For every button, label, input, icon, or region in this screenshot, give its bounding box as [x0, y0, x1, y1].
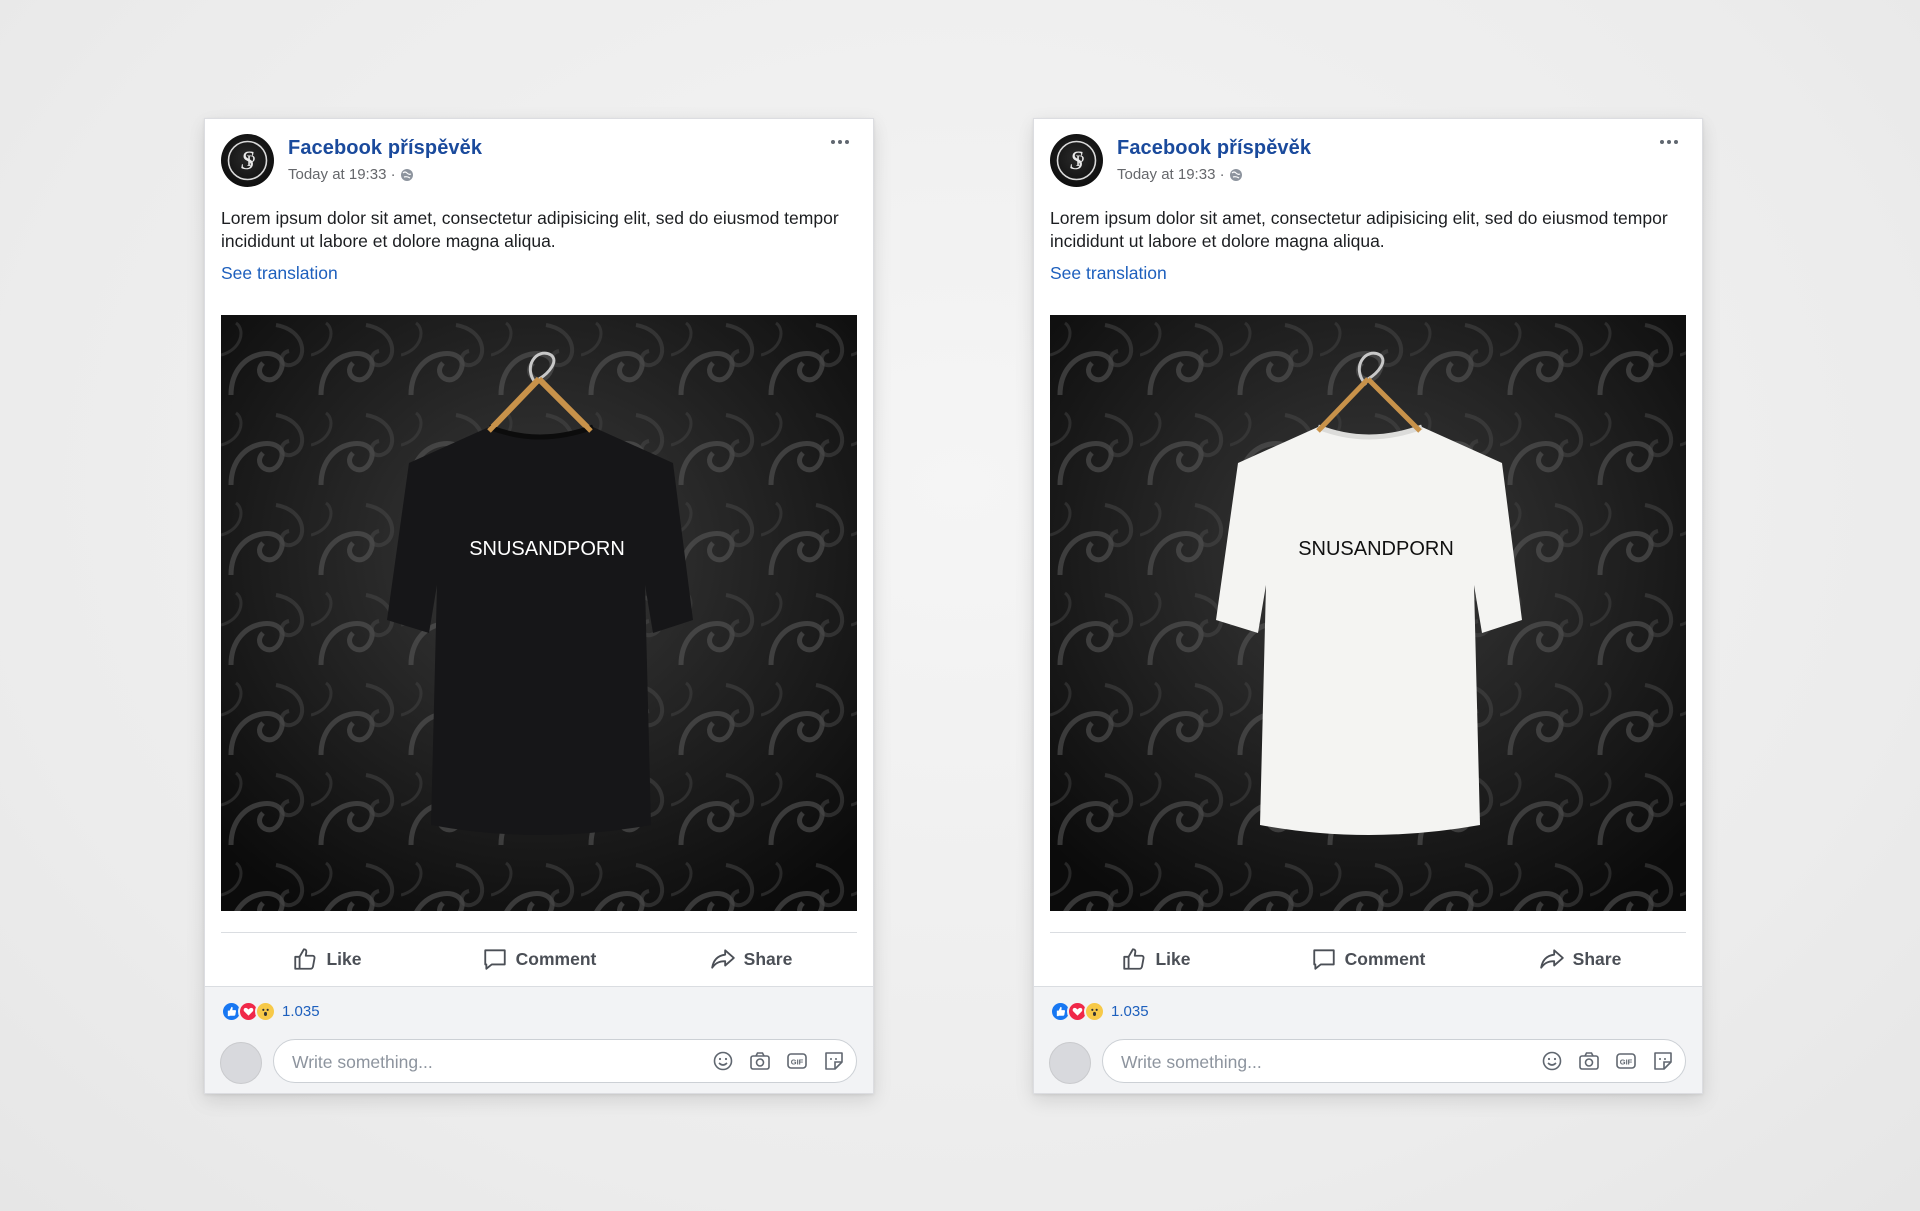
- commenter-avatar: [220, 1042, 262, 1084]
- reaction-count[interactable]: 1.035: [282, 1003, 320, 1020]
- more-icon[interactable]: [1658, 134, 1686, 150]
- share-icon: [710, 949, 735, 969]
- reaction-count[interactable]: 1.035: [1111, 1003, 1149, 1020]
- comment-box: GIF: [273, 1039, 857, 1084]
- like-icon: [1123, 948, 1145, 970]
- reactions[interactable]: 1.035: [1050, 1001, 1149, 1022]
- comment-tools: GIF: [711, 1049, 846, 1073]
- like-button[interactable]: Like: [1050, 936, 1262, 982]
- emoji-icon[interactable]: [1540, 1049, 1564, 1073]
- gif-icon[interactable]: GIF: [1614, 1049, 1638, 1073]
- page-name[interactable]: Facebook příspěvěk: [288, 137, 482, 160]
- comment-button[interactable]: Comment: [433, 936, 645, 982]
- reactions[interactable]: 1.035: [221, 1001, 320, 1022]
- sticker-icon[interactable]: [822, 1049, 846, 1073]
- comment-button[interactable]: Comment: [1262, 936, 1474, 982]
- divider: [221, 932, 857, 933]
- post-footer: 1.035 GIF: [205, 986, 873, 1093]
- comment-icon: [1312, 949, 1335, 970]
- action-bar: Like Comment Share: [221, 936, 857, 982]
- svg-text:P: P: [1076, 153, 1085, 170]
- see-translation-link[interactable]: See translation: [221, 263, 338, 284]
- share-label: Share: [1572, 948, 1622, 969]
- like-icon: [294, 948, 316, 970]
- shirt-print: SNUSANDPORN: [469, 538, 625, 560]
- svg-text:GIF: GIF: [1620, 1058, 1633, 1067]
- like-button[interactable]: Like: [221, 936, 433, 982]
- share-label: Share: [743, 948, 793, 969]
- post-text: Lorem ipsum dolor sit amet, consectetur …: [1050, 208, 1668, 251]
- share-button[interactable]: Share: [645, 936, 857, 982]
- divider: [1050, 932, 1686, 933]
- post-photo[interactable]: SNUSANDPORN: [1050, 315, 1686, 911]
- like-label: Like: [326, 948, 362, 969]
- comment-label: Comment: [1344, 948, 1426, 969]
- page-name[interactable]: Facebook příspěvěk: [1117, 137, 1311, 160]
- comment-icon: [483, 949, 506, 970]
- share-button[interactable]: Share: [1474, 936, 1686, 982]
- comment-tools: GIF: [1540, 1049, 1675, 1073]
- facebook-post-right: S P Facebook příspěvěk Today at 19:33 · …: [1033, 118, 1703, 1094]
- post-header: S P Facebook příspěvěk Today at 19:33 ·: [221, 134, 857, 190]
- see-translation-link[interactable]: See translation: [1050, 263, 1167, 284]
- gif-icon[interactable]: GIF: [785, 1049, 809, 1073]
- svg-text:P: P: [247, 153, 256, 170]
- comment-input[interactable]: [1119, 1040, 1523, 1084]
- timestamp[interactable]: Today at 19:33 ·: [1117, 166, 1225, 183]
- timestamp[interactable]: Today at 19:33 ·: [288, 166, 396, 183]
- comment-box: GIF: [1102, 1039, 1686, 1084]
- page-avatar[interactable]: S P: [221, 134, 274, 187]
- wow-reaction-icon: [255, 1001, 276, 1022]
- globe-icon: [400, 168, 414, 182]
- post-footer: 1.035 GIF: [1034, 986, 1702, 1093]
- globe-icon: [1229, 168, 1243, 182]
- share-icon: [1539, 949, 1564, 969]
- commenter-avatar: [1049, 1042, 1091, 1084]
- svg-text:GIF: GIF: [791, 1058, 804, 1067]
- action-bar: Like Comment Share: [1050, 936, 1686, 982]
- post-text: Lorem ipsum dolor sit amet, consectetur …: [221, 208, 839, 251]
- emoji-icon[interactable]: [711, 1049, 735, 1073]
- camera-icon[interactable]: [1577, 1049, 1601, 1073]
- comment-input[interactable]: [290, 1040, 694, 1084]
- like-label: Like: [1155, 948, 1191, 969]
- wow-reaction-icon: [1084, 1001, 1105, 1022]
- post-meta: Today at 19:33 ·: [1117, 166, 1243, 183]
- page-avatar[interactable]: S P: [1050, 134, 1103, 187]
- more-icon[interactable]: [829, 134, 857, 150]
- facebook-post-left: S P Facebook příspěvěk Today at 19:33 · …: [204, 118, 874, 1094]
- post-header: S P Facebook příspěvěk Today at 19:33 ·: [1050, 134, 1686, 190]
- camera-icon[interactable]: [748, 1049, 772, 1073]
- sticker-icon[interactable]: [1651, 1049, 1675, 1073]
- shirt-print: SNUSANDPORN: [1298, 538, 1454, 560]
- post-meta: Today at 19:33 ·: [288, 166, 414, 183]
- comment-label: Comment: [515, 948, 597, 969]
- post-photo[interactable]: SNUSANDPORN: [221, 315, 857, 911]
